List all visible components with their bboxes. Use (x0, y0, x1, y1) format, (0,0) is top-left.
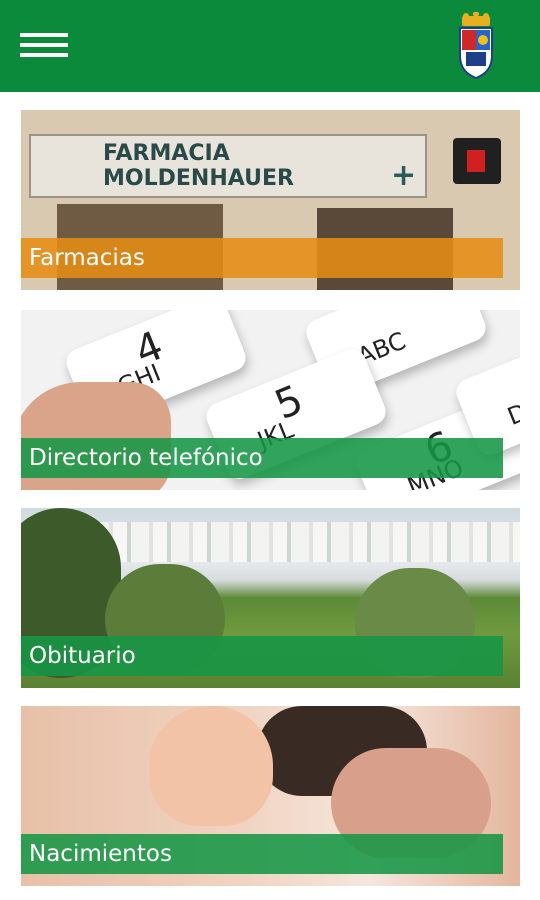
app-header (0, 0, 540, 92)
town-buildings (91, 522, 520, 562)
pharmacy-cross-icon: + (391, 158, 417, 193)
municipal-crest-icon (454, 11, 498, 82)
card-label: Farmacias (21, 238, 503, 278)
hamburger-menu-icon[interactable] (18, 30, 70, 64)
pharmacy-sign: FARMACIA MOLDENHAUER (29, 134, 427, 198)
card-directorio-telefonico[interactable]: 4 GHI ABC 5 JKL 6 MNO DEF Directorio tel… (21, 310, 520, 490)
baby-foot (149, 706, 273, 826)
card-label: Obituario (21, 636, 503, 676)
card-obituario[interactable]: Obituario (21, 508, 520, 688)
card-label: Directorio telefónico (21, 438, 503, 478)
card-label: Nacimientos (21, 834, 503, 874)
pharmacy-sign-text: FARMACIA MOLDENHAUER (103, 141, 294, 191)
card-nacimientos[interactable]: Nacimientos (21, 706, 520, 886)
pharmacy-light-icon (453, 138, 501, 184)
card-farmacias[interactable]: FARMACIA MOLDENHAUER + Farmacias (21, 110, 520, 290)
